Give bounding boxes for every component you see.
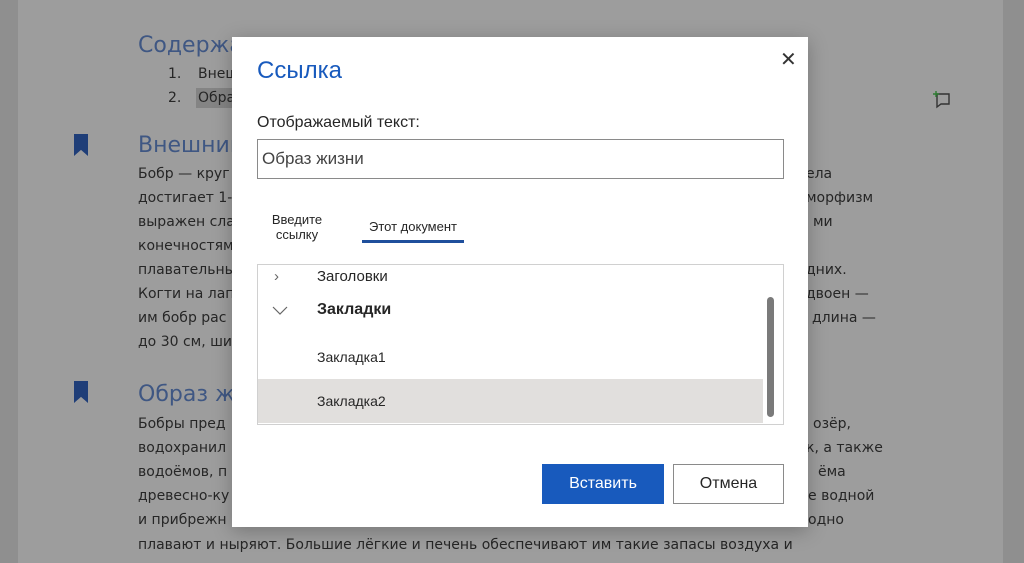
doc-line: водоёмов, п [138,464,228,480]
insert-button[interactable]: Вставить [542,464,664,504]
link-dialog: Ссылка ✕ Отображаемый текст: Введите ссы… [232,37,808,527]
doc-line: конечностям [138,238,234,254]
doc-line: водохранил [138,440,227,456]
heading-lifestyle: Образ ж [138,382,235,407]
doc-line: Бобр — круг [138,166,230,182]
doc-line: им бобр рас [138,310,227,326]
doc-line: ела [806,166,833,182]
tree-item-bookmarks[interactable]: Закладки [258,289,763,333]
doc-line: плавают и ныряют. Большие лёгкие и печен… [138,537,793,553]
doc-line: плавательны [138,262,236,278]
doc-line: ми [813,214,833,230]
tab-this-document[interactable]: Этот документ [362,219,464,243]
doc-line: Когти на лап [138,286,235,302]
toc-number: 1. [168,66,182,82]
tab-enter-link[interactable]: Введите ссылку [268,212,326,242]
doc-line: е водной [808,488,875,504]
tree-item-bookmark2[interactable]: Закладка2 [258,379,763,423]
doc-line: длина — [812,310,876,326]
toc-heading: Содержа [138,33,243,58]
doc-line: древесно-ку [138,488,230,504]
doc-line: морфизм [806,190,874,206]
new-comment-icon[interactable] [932,90,952,110]
tree-item-headings[interactable]: › Заголовки [258,268,763,288]
doc-line: дних. [806,262,847,278]
document-tree: › Заголовки Закладки Закладка1 Закладка2 [257,264,784,425]
toc-item-2[interactable]: Обра [196,88,238,108]
display-text-label: Отображаемый текст: [257,114,420,131]
chevron-down-icon [272,306,288,315]
doc-line: достигает 1- [138,190,233,206]
doc-line: к, а также [806,440,883,456]
doc-line: Бобры пред [138,416,226,432]
tree-item-bookmark1[interactable]: Закладка1 [258,335,763,379]
dialog-title: Ссылка [257,57,342,84]
doc-line: двоен — [806,286,869,302]
close-icon[interactable]: ✕ [780,47,797,72]
chevron-right-icon: › [274,268,279,285]
doc-line: и прибрежн [138,512,227,528]
cancel-button[interactable]: Отмена [673,464,784,504]
doc-line: озёр, [813,416,851,432]
display-text-input[interactable] [257,139,784,179]
heading-appearance: Внешний [138,133,245,158]
scrollbar[interactable] [767,297,774,417]
doc-line: выражен сла [138,214,235,230]
doc-line: одно [808,512,844,528]
doc-line: до 30 см, ши [138,334,233,350]
doc-line: ёма [818,464,846,480]
toc-number: 2. [168,90,182,106]
